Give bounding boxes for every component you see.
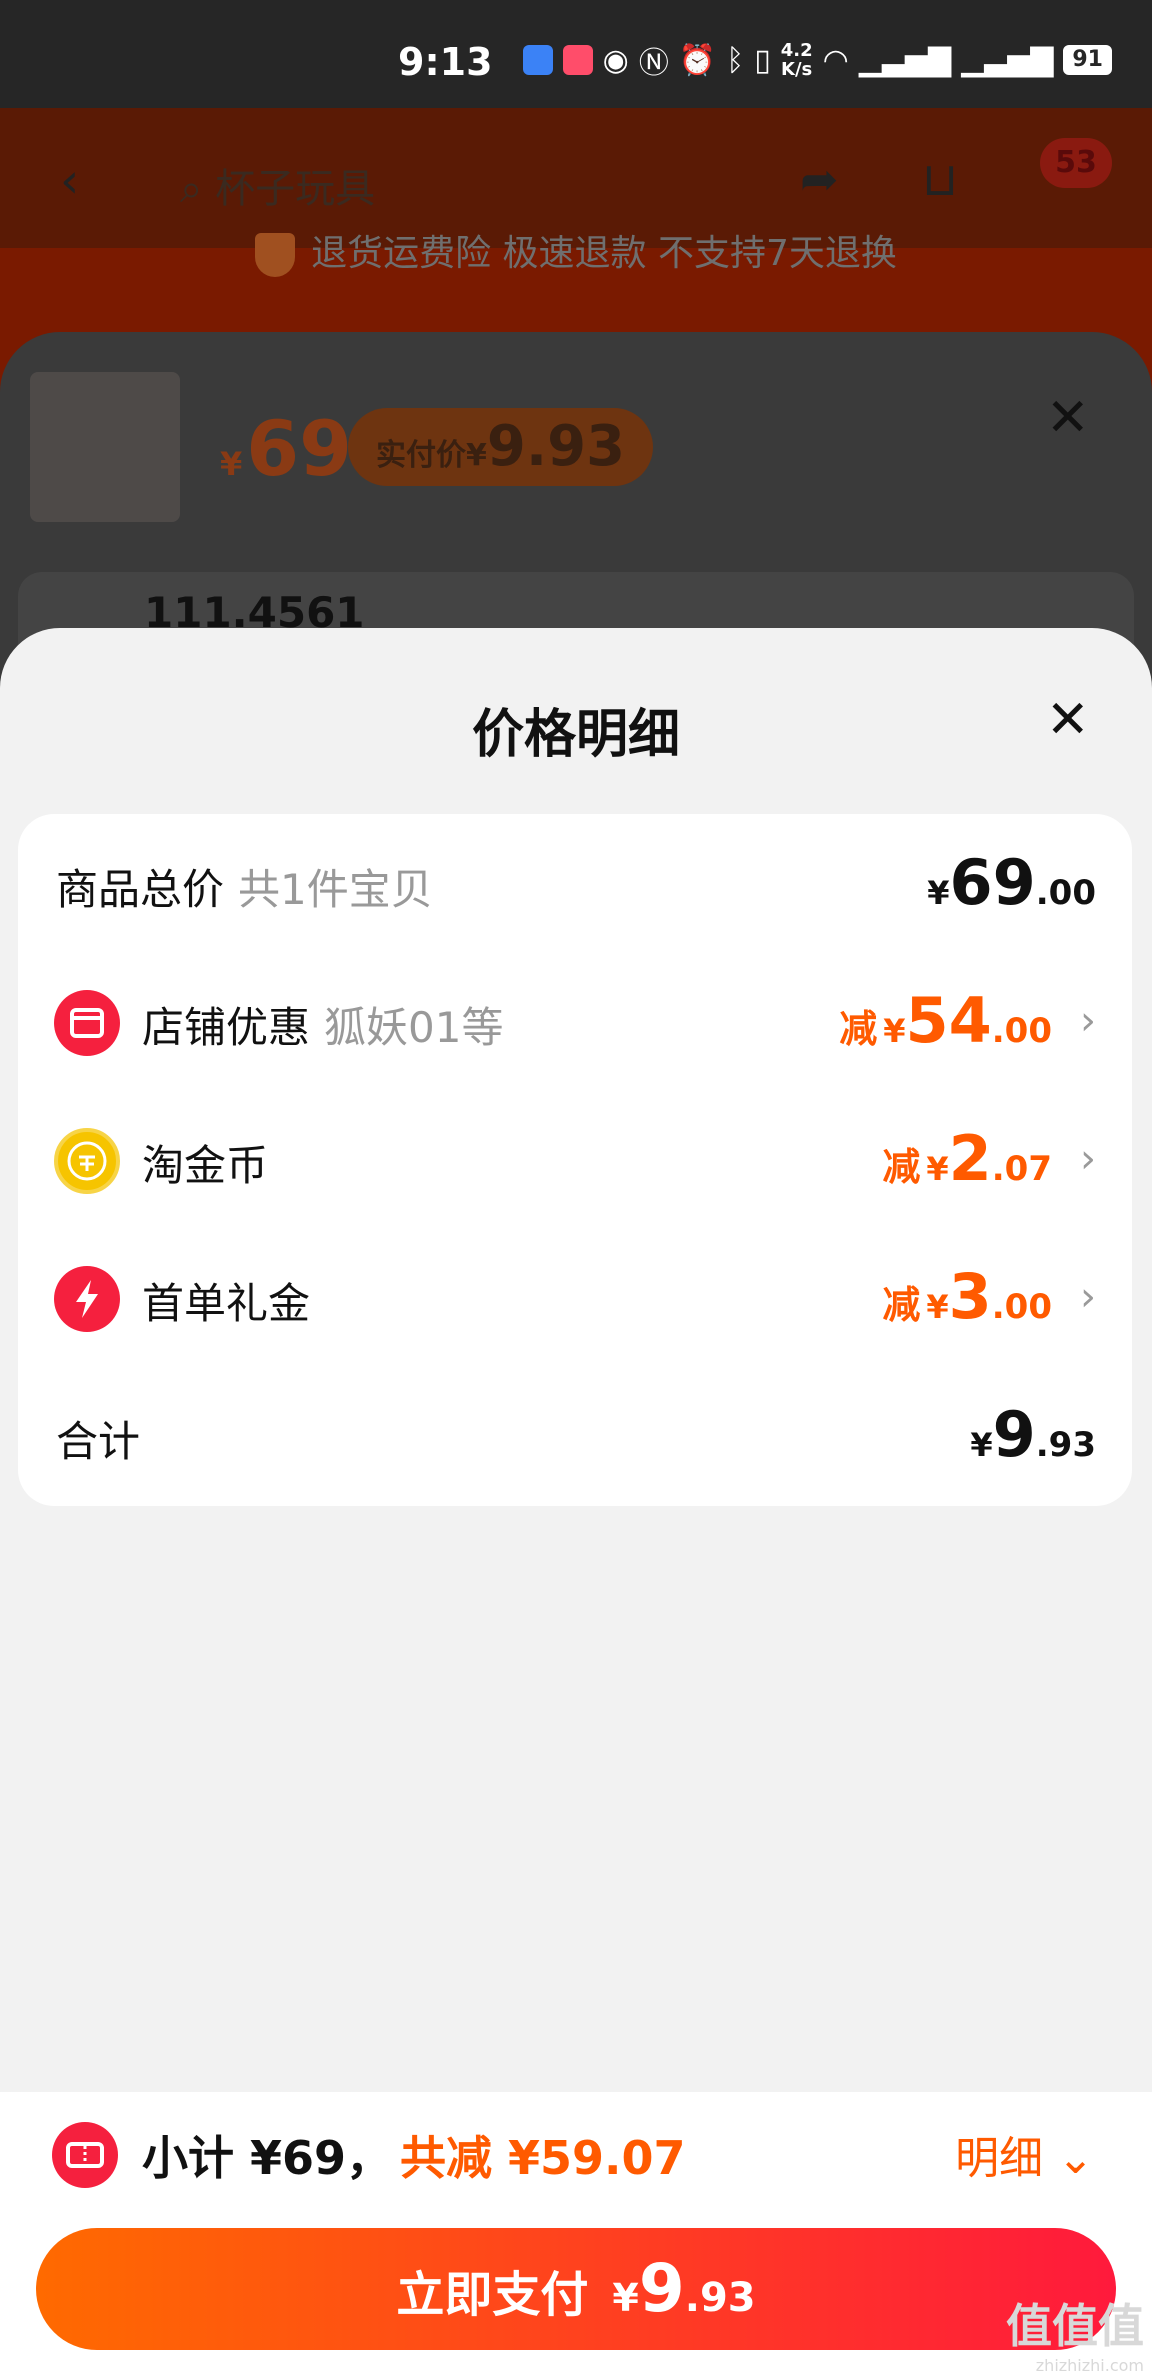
status-icons: ◉ Ⓝ ⏰ ᛒ ▯ 4.2 K/s ◠ ▁▃▅▇ ▁▃▅▇ 91 bbox=[522, 38, 1112, 82]
lightning-icon bbox=[54, 1266, 120, 1332]
price-row-total: 合计 ¥9.93 bbox=[18, 1384, 1132, 1484]
row-label: 淘金币 bbox=[142, 1141, 269, 1190]
price-row-first-order-gift[interactable]: 首单礼金 减 ¥3.00 › bbox=[18, 1246, 1132, 1346]
product-thumbnail bbox=[30, 372, 180, 522]
actual-price-badge: 实付价¥9.93 bbox=[348, 408, 654, 486]
ticket-icon bbox=[52, 2122, 118, 2188]
price-row-shop-discount[interactable]: 店铺优惠 狐妖01等 减 ¥54.00 › bbox=[18, 970, 1132, 1070]
sheet-title: 价格明细 bbox=[471, 705, 680, 765]
eye-icon: ◉ bbox=[602, 42, 629, 78]
row-amount: ¥69.00 bbox=[927, 846, 1096, 919]
status-time: 9:13 bbox=[398, 40, 493, 84]
pay-now-button[interactable]: 立即支付 ¥9.93 bbox=[36, 2228, 1116, 2350]
return-policy: 退货运费险 极速退款 不支持7天退换 bbox=[0, 224, 1152, 277]
chevron-down-icon: ⌄ bbox=[1057, 2133, 1094, 2184]
search-field[interactable]: ⌕ 杯子玩具 bbox=[180, 156, 375, 214]
price-row-goods-total: 商品总价 共1件宝贝 ¥69.00 bbox=[18, 832, 1132, 932]
cart-badge: 53 bbox=[1040, 138, 1112, 188]
signal-icon: ▁▃▅▇ bbox=[858, 42, 952, 78]
app-notification-icon bbox=[522, 45, 553, 75]
shield-icon bbox=[255, 233, 296, 277]
watermark: 值值值 zhizhizhi.com bbox=[1006, 2299, 1144, 2375]
row-amount: ¥9.93 bbox=[970, 1398, 1096, 1471]
back-icon[interactable]: ‹ bbox=[60, 153, 79, 209]
row-label: 合计 bbox=[56, 1417, 141, 1466]
signal-icon: ▁▃▅▇ bbox=[961, 42, 1054, 78]
row-sublabel: 狐妖01等 bbox=[324, 1003, 504, 1052]
row-label: 商品总价 bbox=[56, 865, 225, 914]
total-discount-text: 共减 ¥59.07 bbox=[400, 2131, 686, 2185]
price-row-coin[interactable]: 淘金币 减 ¥2.07 › bbox=[18, 1108, 1132, 1208]
row-amount: 减 ¥54.00 bbox=[839, 984, 1052, 1057]
chevron-right-icon: › bbox=[1080, 1274, 1096, 1320]
chevron-right-icon: › bbox=[1080, 1136, 1096, 1182]
wifi-icon: ◠ bbox=[822, 42, 849, 78]
row-amount: 减 ¥3.00 bbox=[882, 1260, 1052, 1333]
battery-icon: 91 bbox=[1063, 45, 1112, 75]
vibrate-icon: ▯ bbox=[754, 42, 771, 78]
nfc-icon: Ⓝ bbox=[638, 46, 669, 81]
row-sublabel: 共1件宝贝 bbox=[238, 865, 433, 914]
alarm-icon: ⏰ bbox=[678, 42, 717, 78]
row-label: 首单礼金 bbox=[142, 1279, 311, 1328]
shop-icon bbox=[54, 990, 120, 1056]
status-bar: 9:13 ◉ Ⓝ ⏰ ᛒ ▯ 4.2 K/s ◠ ▁▃▅▇ ▁▃▅▇ 91 bbox=[0, 0, 1152, 108]
detail-toggle[interactable]: 明细 ⌄ bbox=[955, 2122, 1094, 2186]
coin-icon bbox=[54, 1128, 120, 1194]
cart-icon[interactable]: ⊔ bbox=[922, 152, 958, 206]
row-label: 店铺优惠 bbox=[142, 1003, 311, 1052]
app-notification-icon bbox=[562, 45, 593, 75]
row-amount: 减 ¥2.07 bbox=[882, 1122, 1052, 1195]
close-icon[interactable]: ✕ bbox=[1046, 690, 1090, 750]
price-card: 商品总价 共1件宝贝 ¥69.00 店铺优惠 狐妖01等 减 ¥54.00 › 淘金币… bbox=[18, 814, 1132, 1506]
sku-price: ¥69 bbox=[220, 404, 353, 493]
close-icon[interactable]: ✕ bbox=[1046, 388, 1090, 448]
chevron-right-icon: › bbox=[1080, 998, 1096, 1044]
subtotal-text: 小计 ¥69， bbox=[142, 2131, 393, 2185]
network-speed: 4.2 K/s bbox=[780, 40, 813, 80]
share-icon[interactable]: ➦ bbox=[800, 152, 839, 206]
bottom-bar: 小计 ¥69， 共减 ¥59.07 明细 ⌄ 立即支付 ¥9.93 bbox=[0, 2092, 1152, 2376]
bluetooth-icon: ᛒ bbox=[726, 42, 745, 78]
